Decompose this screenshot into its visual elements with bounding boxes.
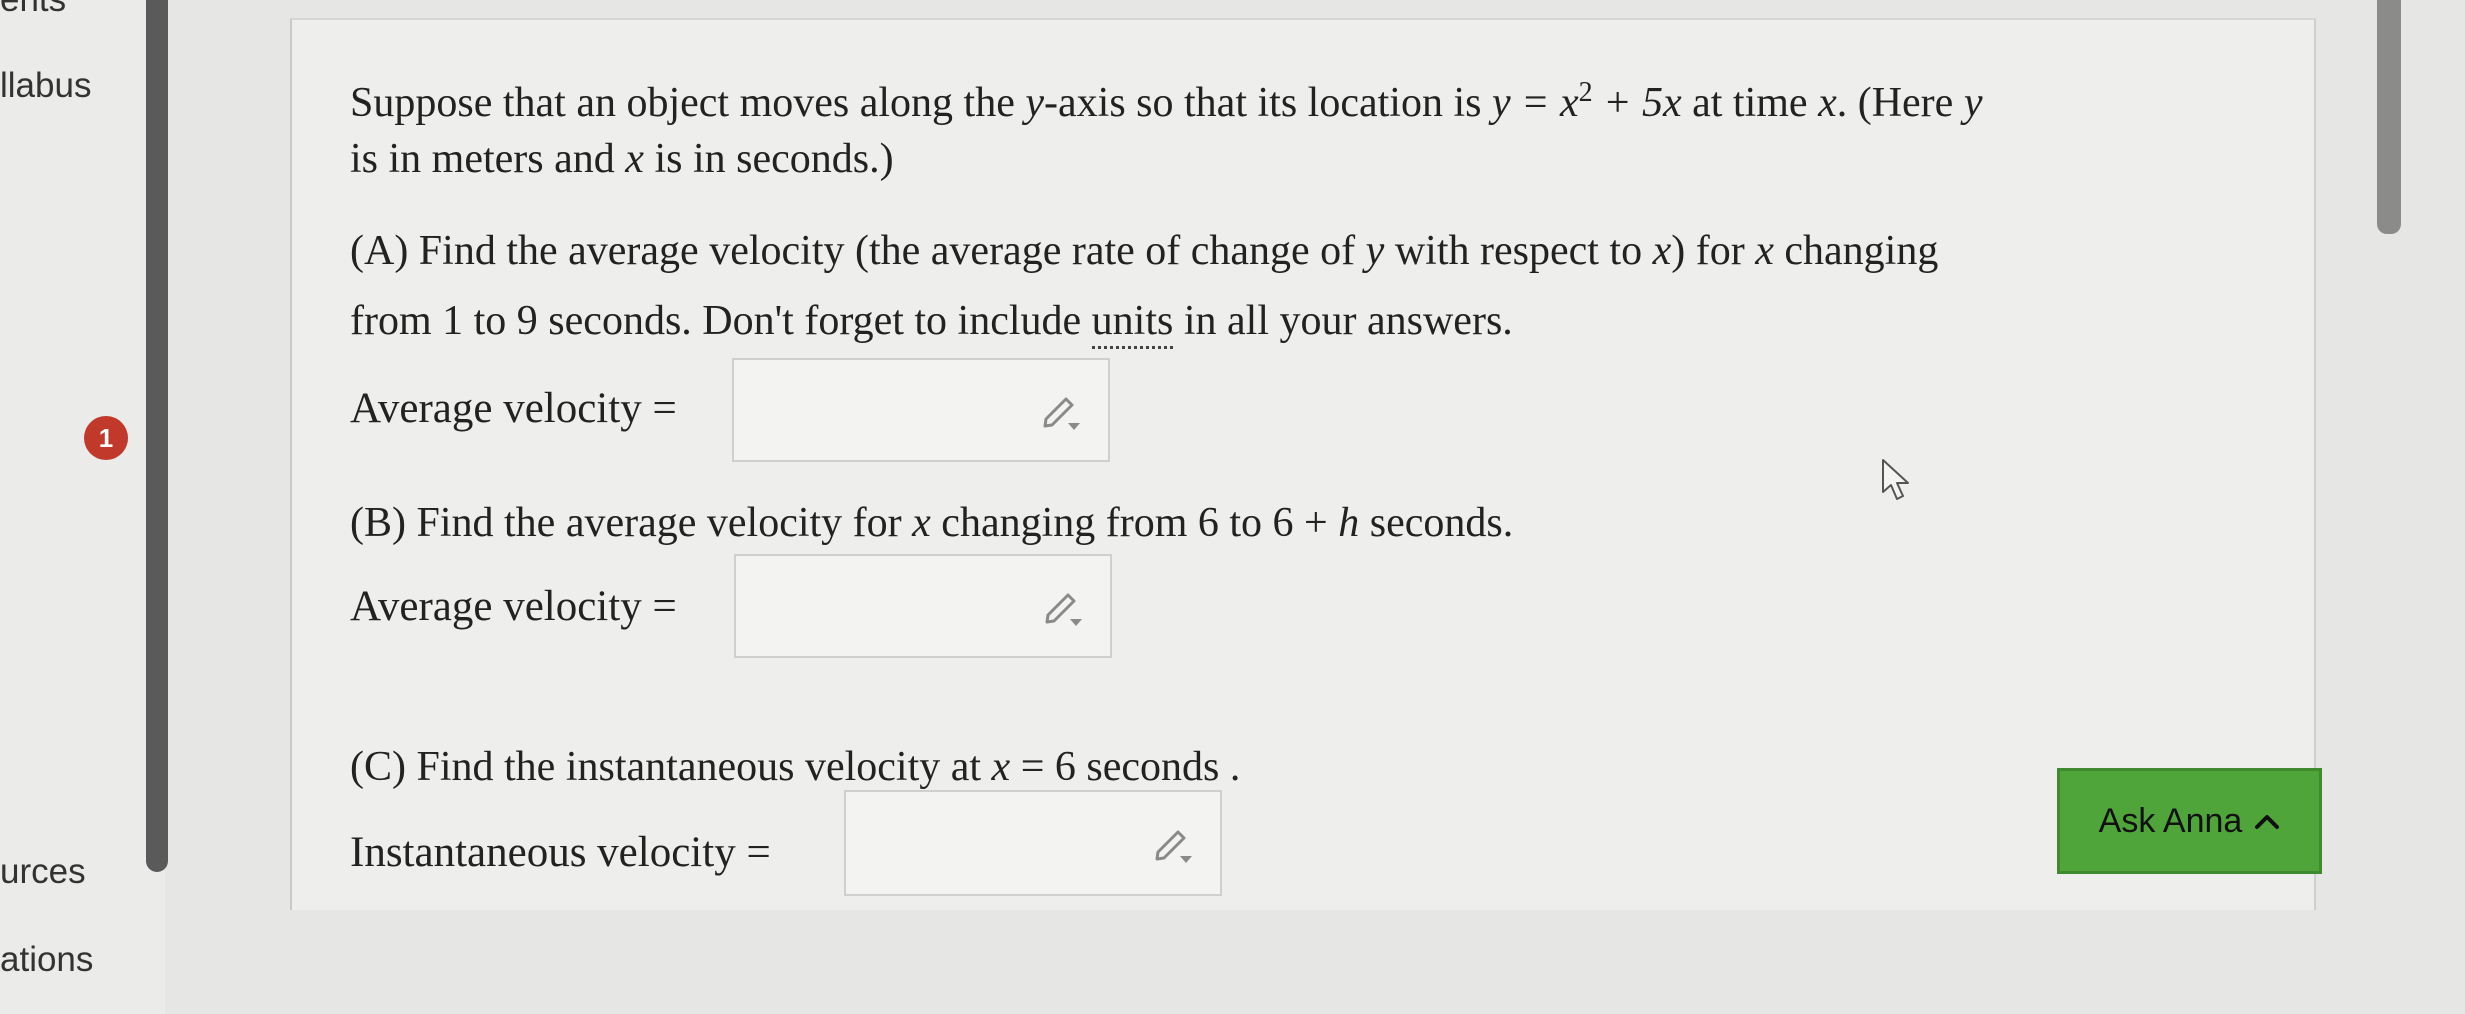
ask-anna-label: Ask Anna xyxy=(2098,801,2243,840)
part-b-answer-input[interactable] xyxy=(734,554,1112,658)
nav-scrollbar[interactable] xyxy=(146,0,168,872)
question-panel: Suppose that an object moves along the y… xyxy=(290,18,2316,910)
part-b-answer-label: Average velocity = xyxy=(350,583,677,630)
left-nav-panel: ents llabus urces ations 1 xyxy=(0,0,168,1014)
cursor-icon xyxy=(1882,459,1909,500)
nav-item-resources[interactable]: urces xyxy=(0,852,86,892)
notification-badge: 1 xyxy=(84,416,128,460)
part-c-answer-input[interactable] xyxy=(844,790,1222,896)
units-link[interactable]: units xyxy=(1091,298,1174,349)
nav-item-assignments[interactable]: ents xyxy=(0,0,66,20)
part-c-answer-label: Instantaneous velocity = xyxy=(350,829,771,876)
part-b-line-1: (B) Find the average velocity for x chan… xyxy=(350,500,1514,546)
ask-anna-button[interactable]: Ask Anna xyxy=(2057,768,2322,874)
part-a-line-2: from 1 to 9 seconds. Don't forget to inc… xyxy=(350,286,1513,356)
intro-line-2: is in meters and x is in seconds.) xyxy=(350,136,894,182)
chevron-up-icon xyxy=(2255,815,2280,829)
part-a-answer-input[interactable] xyxy=(732,358,1110,462)
pencil-icon[interactable] xyxy=(1150,820,1196,866)
pencil-icon[interactable] xyxy=(1040,583,1086,629)
part-a-answer-label: Average velocity = xyxy=(350,385,677,432)
nav-item-notifications[interactable]: ations xyxy=(0,940,93,980)
nav-item-syllabus[interactable]: llabus xyxy=(0,66,91,106)
page-scrollbar[interactable] xyxy=(2377,0,2401,234)
pencil-icon[interactable] xyxy=(1038,387,1084,433)
part-a-line-1: (A) Find the average velocity (the avera… xyxy=(350,228,1939,274)
